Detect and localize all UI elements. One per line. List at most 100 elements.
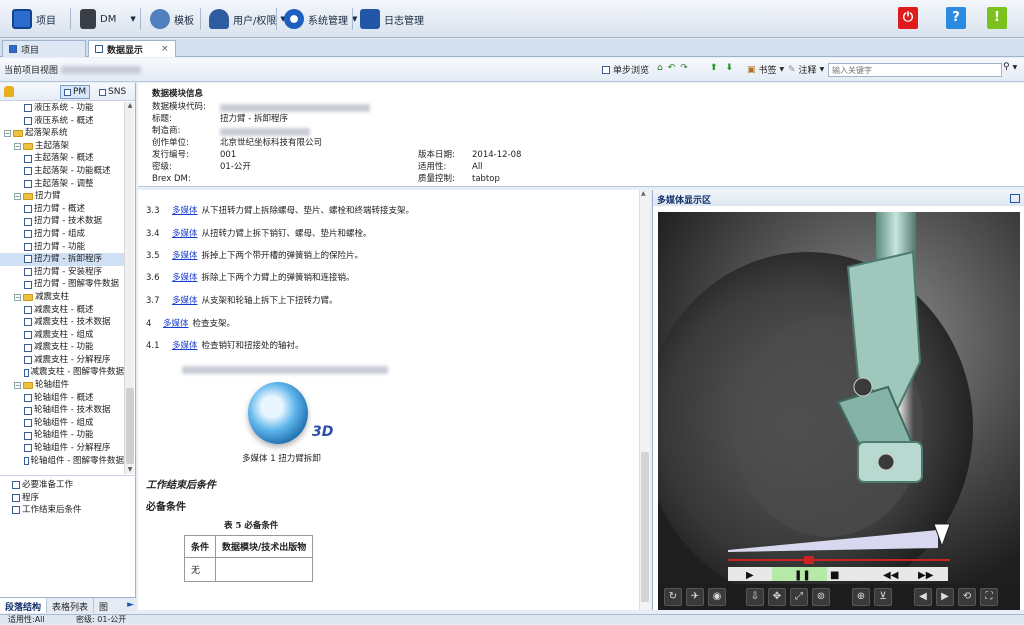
tab-data-display[interactable]: 数据显示 ×: [88, 40, 176, 57]
help-button[interactable]: ?: [946, 7, 966, 29]
tree-item[interactable]: 轮轴组件 - 概述: [0, 392, 124, 405]
media-link[interactable]: 多媒体: [172, 251, 198, 261]
3d-media-icon[interactable]: [248, 382, 308, 444]
media-link[interactable]: 多媒体: [172, 296, 198, 306]
project-button[interactable]: 项目: [12, 6, 56, 32]
tree-item[interactable]: 轮轴组件 - 技术数据: [0, 404, 124, 417]
arrow-right-icon[interactable]: ►: [125, 598, 136, 613]
tree-item[interactable]: 主起落架 - 功能概述: [0, 165, 124, 178]
tree-item[interactable]: 减震支柱 - 组成: [0, 329, 124, 342]
pan-icon[interactable]: ✥: [768, 588, 786, 606]
collapse-icon[interactable]: −: [4, 129, 11, 137]
outline-item[interactable]: 程序: [2, 492, 134, 505]
tree-item[interactable]: 扭力臂 - 组成: [0, 228, 124, 241]
close-icon[interactable]: ×: [161, 44, 169, 54]
tree-item[interactable]: 液压系统 - 功能: [0, 102, 124, 115]
content-scrollbar[interactable]: ▲: [639, 190, 650, 610]
log-management-button[interactable]: 日志管理: [360, 6, 424, 32]
zoom-icon[interactable]: ⤢: [790, 588, 808, 606]
template-button[interactable]: 模板: [150, 6, 194, 32]
fullscreen-icon[interactable]: ⛶: [980, 588, 998, 606]
media-link[interactable]: 多媒体: [163, 319, 189, 329]
collapse-icon[interactable]: −: [14, 293, 21, 301]
tree-item[interactable]: 扭力臂 - 技术数据: [0, 215, 124, 228]
media-link[interactable]: 多媒体: [172, 273, 198, 283]
rotate-icon[interactable]: ↻: [664, 588, 682, 606]
next-icon[interactable]: ▶: [936, 588, 954, 606]
outline-item[interactable]: 工作结束后条件: [2, 504, 134, 517]
section-icon[interactable]: ⊻: [874, 588, 892, 606]
move-down-icon[interactable]: ⇩: [746, 588, 764, 606]
tab-project[interactable]: 项目: [2, 40, 86, 57]
collapse-icon[interactable]: −: [14, 142, 21, 150]
maximize-icon[interactable]: [1010, 194, 1020, 203]
lock-icon[interactable]: [4, 86, 14, 97]
tree-folder[interactable]: − 减震支柱: [0, 291, 124, 304]
timeline-thumb[interactable]: [804, 556, 814, 564]
tab-paragraph-structure[interactable]: 段落结构: [0, 598, 48, 613]
home-icon[interactable]: ⌂: [657, 63, 663, 73]
fly-icon[interactable]: ✈: [686, 588, 704, 606]
tree-item[interactable]: 减震支柱 - 技术数据: [0, 316, 124, 329]
tree-scrollbar[interactable]: ▲ ▼: [124, 102, 134, 474]
orbit-icon[interactable]: ⊚: [812, 588, 830, 606]
tab-figure[interactable]: 图: [94, 598, 113, 613]
pause-icon[interactable]: ❚❚: [794, 570, 811, 581]
collapse-icon[interactable]: −: [14, 192, 21, 200]
tree-item[interactable]: 扭力臂 - 安装程序: [0, 266, 124, 279]
3d-viewer[interactable]: ▶ ❚❚ ■ ◀◀ ▶▶: [658, 212, 1020, 584]
scroll-up-icon[interactable]: ▲: [641, 190, 646, 197]
undo-icon[interactable]: ↶: [668, 63, 676, 73]
scroll-down-icon[interactable]: ▼: [126, 466, 134, 474]
tree-folder[interactable]: − 主起落架: [0, 140, 124, 153]
tree-item[interactable]: 轮轴组件 - 分解程序: [0, 442, 124, 455]
tree-item[interactable]: 主起落架 - 概述: [0, 152, 124, 165]
play-icon[interactable]: ▶: [746, 570, 754, 581]
fast-forward-icon[interactable]: ▶▶: [918, 570, 934, 581]
scroll-up-icon[interactable]: ▲: [126, 102, 134, 110]
system-management-button[interactable]: 系统管理 ▼: [284, 6, 357, 32]
tree-item[interactable]: 扭力臂 - 概述: [0, 203, 124, 216]
tree-item[interactable]: 减震支柱 - 概述: [0, 304, 124, 317]
tree-item[interactable]: 轮轴组件 - 功能: [0, 429, 124, 442]
step-browse-button[interactable]: 单步浏览: [602, 63, 649, 76]
arrow-down-icon[interactable]: ⬇: [726, 63, 734, 73]
collapse-icon[interactable]: −: [14, 381, 21, 389]
tree-item[interactable]: 扭力臂 - 图解零件数据: [0, 278, 124, 291]
search-input[interactable]: [828, 63, 1002, 77]
tree-item[interactable]: 减震支柱 - 功能: [0, 341, 124, 354]
redo-icon[interactable]: ↷: [680, 63, 688, 73]
previous-icon[interactable]: ◀: [914, 588, 932, 606]
tree-folder[interactable]: − 扭力臂: [0, 190, 124, 203]
power-button[interactable]: ⏻: [898, 7, 918, 29]
tree-item[interactable]: 扭力臂 - 功能: [0, 241, 124, 254]
alert-button[interactable]: !: [987, 7, 1007, 29]
tree-folder[interactable]: − 起落架系统: [0, 127, 124, 140]
sns-toggle[interactable]: SNS: [96, 85, 129, 99]
tree-item[interactable]: 主起落架 - 调整: [0, 178, 124, 191]
search-button[interactable]: ⚲ ▼: [1003, 62, 1017, 72]
dm-button[interactable]: DM ▼: [80, 6, 136, 32]
tree-item[interactable]: 扭力臂 - 拆卸程序: [0, 253, 124, 266]
tree-folder[interactable]: − 轮轴组件: [0, 379, 124, 392]
outline-item[interactable]: 必要准备工作: [2, 479, 134, 492]
users-button[interactable]: 用户/权限 ▼: [209, 6, 286, 32]
scroll-thumb[interactable]: [126, 388, 134, 464]
scroll-thumb[interactable]: [641, 452, 649, 602]
rewind-icon[interactable]: ◀◀: [883, 570, 899, 581]
media-link[interactable]: 多媒体: [172, 229, 198, 239]
tree-item[interactable]: 减震支柱 - 图解零件数据: [0, 366, 124, 379]
reset-icon[interactable]: ⟲: [958, 588, 976, 606]
pm-toggle[interactable]: PM: [60, 85, 91, 99]
media-link[interactable]: 多媒体: [172, 341, 198, 351]
target-icon[interactable]: ⊕: [852, 588, 870, 606]
stop-icon[interactable]: ■: [830, 570, 839, 581]
tree-item[interactable]: 液压系统 - 概述: [0, 115, 124, 128]
tab-table-list[interactable]: 表格列表: [47, 598, 95, 613]
note-button[interactable]: ✎ 注释 ▼: [788, 63, 824, 77]
tree-item[interactable]: 轮轴组件 - 组成: [0, 417, 124, 430]
bookmark-button[interactable]: ▣ 书签 ▼: [747, 63, 784, 77]
eye-icon[interactable]: ◉: [708, 588, 726, 606]
tree-item[interactable]: 减震支柱 - 分解程序: [0, 354, 124, 367]
media-link[interactable]: 多媒体: [172, 206, 198, 216]
